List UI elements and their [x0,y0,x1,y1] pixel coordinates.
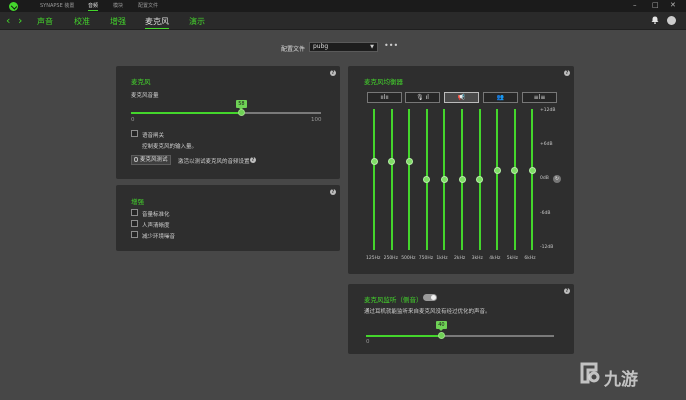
mic-volume-label: 麦克风音量 [131,93,159,99]
mic-volume-fill [131,112,242,114]
watermark-logo-icon [580,362,600,384]
bell-icon[interactable] [651,16,659,24]
mic-volume-max: 100 [311,117,322,123]
eq-band-label: 1kHz [436,256,448,261]
mic-volume-value: 58 [236,100,247,110]
eq-db-label: -6dB [540,211,551,216]
eq-band-knob[interactable] [493,167,501,175]
mic-monitor-title: 麦克风监听（侧音） [364,296,423,304]
noise-reduce-checkbox[interactable] [131,231,138,238]
mic-monitor-value: 40 [436,321,447,331]
voice-gate-checkbox[interactable] [131,130,138,137]
help-icon[interactable]: ? [564,70,570,76]
tab-calibration[interactable]: 校准 [74,16,90,27]
volume-normalize-checkbox[interactable] [131,209,138,216]
voice-clarity-checkbox[interactable] [131,220,138,227]
mic-test-desc: 激活以测试麦克风的音频设置 [178,159,250,165]
sub-tab-bar: ‹ › 声音 校准 增强 麦克风 演示 [0,12,686,30]
title-bar: SYNAPSE 装置 音频 模块 配置文件 – □ ✕ [0,0,686,12]
mic-monitor-desc: 通过耳机就能监听来自麦克风没有经过优化的声音。 [364,309,491,315]
eq-band-slider[interactable] [513,109,516,250]
eq-preset-3[interactable]: 📢 [444,92,479,103]
chevron-down-icon: ▼ [370,44,374,50]
tab-enhance[interactable]: 增强 [110,16,126,27]
reset-icon[interactable]: ↻ [553,175,561,183]
maximize-icon[interactable]: □ [652,1,659,9]
menu-profiles[interactable]: 配置文件 [138,2,158,9]
mic-monitor-toggle[interactable] [423,294,437,301]
help-icon[interactable]: ? [330,70,336,76]
user-avatar-icon[interactable] [667,16,676,25]
mic-test-button[interactable]: 麦克风测试 [131,155,171,165]
mic-monitor-fill [366,335,442,337]
mic-volume-min: 0 [131,117,135,123]
eq-preset-bar: ıılıı 🎙 ıl 📢 👥 ≡l≡ [367,92,557,103]
mic-volume-knob[interactable] [237,109,245,116]
more-options-icon[interactable]: ••• [384,41,398,50]
back-arrow-icon[interactable]: ‹ [6,15,10,26]
eq-band-slider[interactable] [531,109,534,250]
help-icon[interactable]: ? [330,189,336,195]
mic-test-button-label: 麦克风测试 [140,157,168,163]
enhance-title: 增强 [131,198,144,206]
minimize-icon[interactable]: – [633,1,637,9]
noise-reduce-label: 减少环境噪音 [142,234,176,240]
eq-db-label: +6dB [540,142,553,147]
eq-band-label: 4kHz [489,256,501,261]
voice-gate-desc: 控制麦克风的输入量。 [142,144,198,150]
close-icon[interactable]: ✕ [670,1,676,9]
voice-gate-label: 语音闸关 [142,133,165,139]
eq-band-slider[interactable] [408,109,411,250]
eq-preset-5[interactable]: ≡l≡ [522,92,557,103]
eq-preset-1[interactable]: ıılıı [367,92,402,103]
tab-microphone[interactable]: 麦克风 [145,16,169,29]
eq-band-knob[interactable] [370,158,378,166]
eq-preset-2[interactable]: 🎙 ıl [405,92,440,103]
voice-clarity-label: 人声清晰度 [142,223,170,229]
microphone-icon [134,157,138,162]
equalizer-title: 麦克风均衡器 [364,78,403,86]
eq-band-label: 3kHz [471,256,483,261]
menu-audio[interactable]: 音频 [88,2,99,11]
eq-band-knob[interactable] [458,176,466,183]
menu-synapse[interactable]: SYNAPSE 装置 [40,2,74,9]
eq-band-label: 2kHz [454,256,466,261]
eq-band-label: 250Hz [383,256,398,261]
eq-band-slider[interactable] [373,109,375,250]
eq-band-slider[interactable] [496,109,499,250]
profile-value: pubg [313,43,329,50]
microphone-title: 麦克风 [131,78,151,86]
eq-band-label: 125Hz [366,256,381,261]
volume-normalize-label: 音量标准化 [142,212,170,218]
eq-band-knob[interactable] [440,176,448,183]
eq-db-label: -12dB [540,245,554,250]
watermark-text: 九游 [604,370,638,390]
help-icon[interactable]: ? [564,288,570,294]
mic-test-info-icon[interactable]: ? [250,157,256,163]
forward-arrow-icon[interactable]: › [18,15,22,26]
tab-demo[interactable]: 演示 [189,16,205,27]
enhance-panel: ? [116,185,340,251]
tab-sound[interactable]: 声音 [37,16,53,27]
eq-band-slider[interactable] [390,109,393,250]
eq-db-label: 0dB [540,176,549,181]
profile-label: 配置文件 [281,46,306,53]
mic-monitor-knob[interactable] [437,332,445,339]
razer-logo-icon [9,2,18,11]
eq-band-label: 5kHz [506,256,519,261]
eq-band-label: 500Hz [401,256,416,261]
eq-preset-4[interactable]: 👥 [483,92,518,103]
eq-db-label: +12dB [540,108,556,113]
eq-band-label: 6kHz [524,256,536,261]
menu-module[interactable]: 模块 [113,2,123,9]
eq-band-label: 750Hz [418,256,434,261]
mic-monitor-min: 0 [366,339,370,345]
profile-select[interactable]: pubg ▼ [309,42,378,52]
